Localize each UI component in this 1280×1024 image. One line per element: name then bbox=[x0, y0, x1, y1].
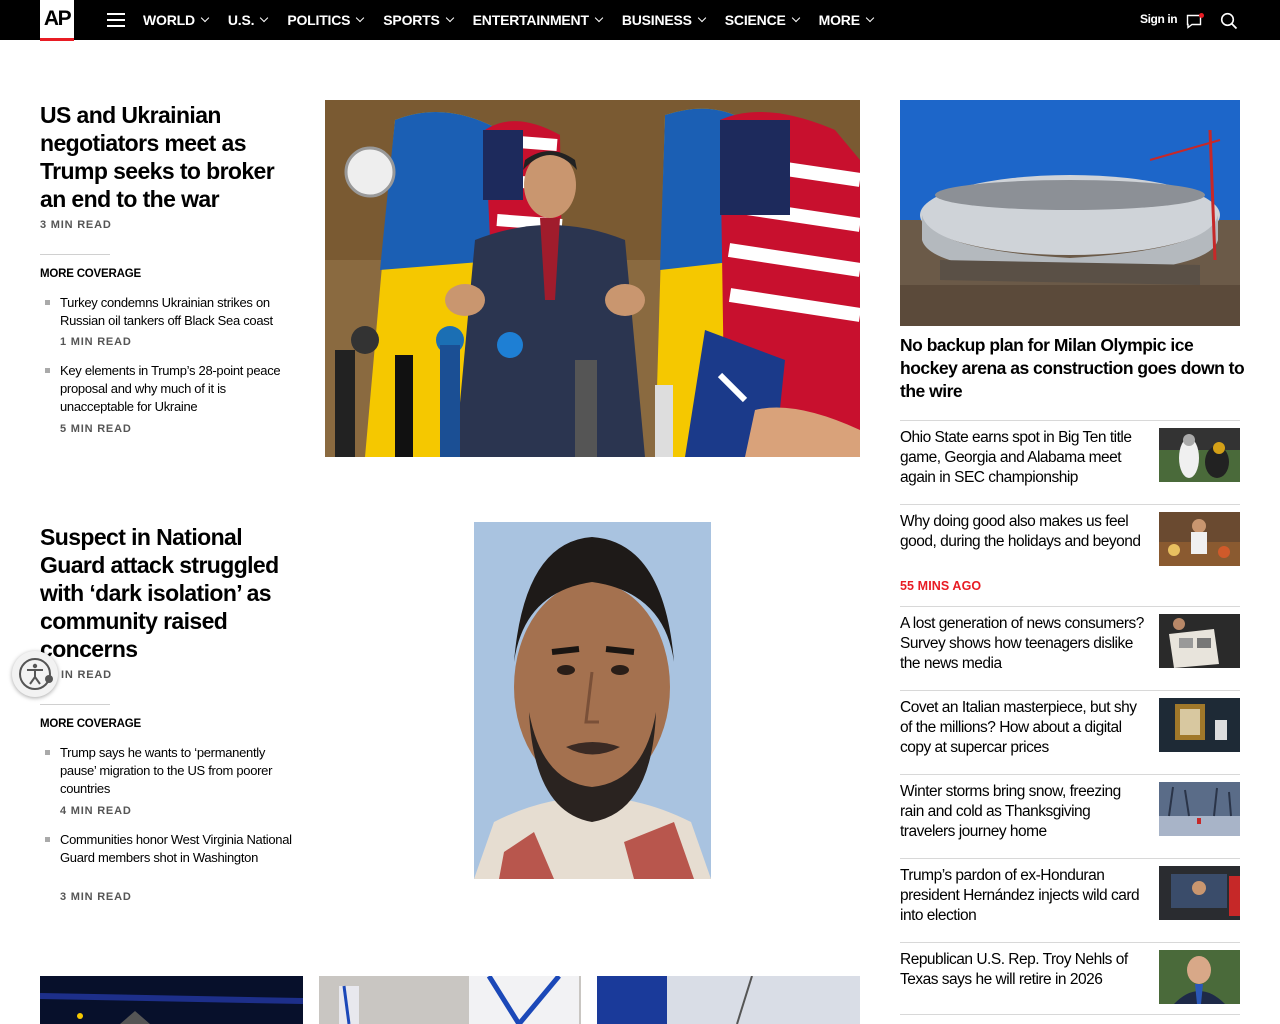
nav-item-world[interactable]: WORLD bbox=[143, 12, 210, 28]
sidebar-story-headline[interactable]: Trump’s pardon of ex-Honduran president … bbox=[900, 866, 1148, 926]
nav-item-more[interactable]: MORE bbox=[819, 12, 875, 28]
sidebar-story-headline[interactable]: A lost generation of news consumers? Sur… bbox=[900, 614, 1148, 674]
main-menu: WORLD U.S. POLITICS SPORTS ENTERTAINMENT… bbox=[143, 0, 893, 40]
suspect-portrait-photo[interactable] bbox=[474, 522, 711, 879]
divider bbox=[900, 942, 1240, 943]
chevron-down-icon bbox=[791, 13, 800, 23]
chat-bubble-icon[interactable] bbox=[1186, 13, 1204, 29]
more-coverage-link[interactable]: Communities honor West Virginia National… bbox=[45, 831, 300, 867]
chevron-down-icon bbox=[594, 13, 604, 23]
nav-item-sports[interactable]: SPORTS bbox=[383, 12, 454, 28]
chevron-down-icon bbox=[697, 13, 707, 23]
read-time: 4 MIN READ bbox=[60, 805, 132, 817]
divider bbox=[900, 774, 1240, 775]
sidebar-story-thumbnail[interactable] bbox=[1159, 698, 1240, 752]
more-coverage-link[interactable]: Key elements in Trump’s 28-point peace p… bbox=[45, 362, 300, 416]
divider bbox=[900, 420, 1240, 421]
divider bbox=[900, 858, 1240, 859]
feature-story-photo[interactable] bbox=[900, 100, 1240, 326]
timestamp: 55 MINS AGO bbox=[900, 579, 982, 593]
sidebar-story-thumbnail[interactable] bbox=[1159, 950, 1240, 1004]
divider bbox=[900, 690, 1240, 691]
feature-story-headline[interactable]: No backup plan for Milan Olympic ice hoc… bbox=[900, 334, 1245, 403]
nav-item-business[interactable]: BUSINESS bbox=[622, 12, 707, 28]
sidebar-story-headline[interactable]: Republican U.S. Rep. Troy Nehls of Texas… bbox=[900, 950, 1148, 990]
sidebar-story-headline[interactable]: Ohio State earns spot in Big Ten title g… bbox=[900, 428, 1148, 488]
bottom-story-photo-1[interactable] bbox=[40, 976, 303, 1024]
ap-logo[interactable]: AP bbox=[40, 0, 74, 41]
divider bbox=[900, 504, 1240, 505]
lead-story-photo[interactable] bbox=[325, 100, 860, 457]
nav-item-entertainment[interactable]: ENTERTAINMENT bbox=[473, 12, 604, 28]
headline-story-1[interactable]: US and Ukrainian negotiators meet as Tru… bbox=[40, 101, 305, 213]
chevron-down-icon bbox=[356, 13, 365, 23]
divider bbox=[900, 1014, 1240, 1015]
chevron-down-icon bbox=[260, 13, 269, 23]
search-icon[interactable] bbox=[1220, 12, 1238, 30]
sidebar-story-headline[interactable]: Winter storms bring snow, freezing rain … bbox=[900, 782, 1148, 842]
bottom-story-photo-2[interactable] bbox=[319, 976, 581, 1024]
divider bbox=[900, 606, 1240, 607]
read-time: 3 MIN READ bbox=[40, 219, 112, 231]
chevron-down-icon bbox=[200, 13, 210, 23]
nav-item-politics[interactable]: POLITICS bbox=[287, 12, 365, 28]
sidebar-story-headline[interactable]: Covet an Italian masterpiece, but shy of… bbox=[900, 698, 1148, 758]
headline-story-2[interactable]: Suspect in National Guard attack struggl… bbox=[40, 523, 305, 663]
accessibility-icon bbox=[19, 658, 53, 690]
read-time: 3 MIN READ bbox=[60, 891, 132, 903]
sidebar-story-headline[interactable]: Why doing good also makes us feel good, … bbox=[900, 512, 1148, 552]
top-nav-bar: AP WORLD U.S. POLITICS SPORTS ENTERTAINM… bbox=[0, 0, 1280, 41]
sidebar-story-thumbnail[interactable] bbox=[1159, 866, 1240, 920]
bottom-story-photo-3[interactable] bbox=[597, 976, 860, 1024]
accessibility-widget-button[interactable] bbox=[12, 651, 58, 697]
sidebar-story-thumbnail[interactable] bbox=[1159, 614, 1240, 668]
more-coverage-link[interactable]: Turkey condemns Ukrainian strikes on Rus… bbox=[45, 294, 300, 330]
sidebar-story-thumbnail[interactable] bbox=[1159, 512, 1240, 566]
sidebar-story-thumbnail[interactable] bbox=[1159, 782, 1240, 836]
sidebar-story-thumbnail[interactable] bbox=[1159, 428, 1240, 482]
read-time: IN READ bbox=[61, 669, 112, 681]
nav-item-us[interactable]: U.S. bbox=[228, 12, 269, 28]
divider bbox=[40, 704, 110, 705]
sign-in-link[interactable]: Sign in bbox=[1140, 12, 1178, 26]
read-time: 5 MIN READ bbox=[60, 423, 132, 435]
nav-item-science[interactable]: SCIENCE bbox=[725, 12, 800, 28]
more-coverage-link[interactable]: Trump says he wants to ‘permanently paus… bbox=[45, 744, 300, 798]
read-time: 1 MIN READ bbox=[60, 336, 132, 348]
chevron-down-icon bbox=[865, 13, 875, 23]
more-coverage-label: MORE COVERAGE bbox=[40, 268, 141, 280]
divider bbox=[40, 254, 110, 255]
hamburger-menu-icon[interactable] bbox=[107, 13, 125, 27]
chevron-down-icon bbox=[445, 13, 454, 23]
more-coverage-label: MORE COVERAGE bbox=[40, 718, 141, 730]
